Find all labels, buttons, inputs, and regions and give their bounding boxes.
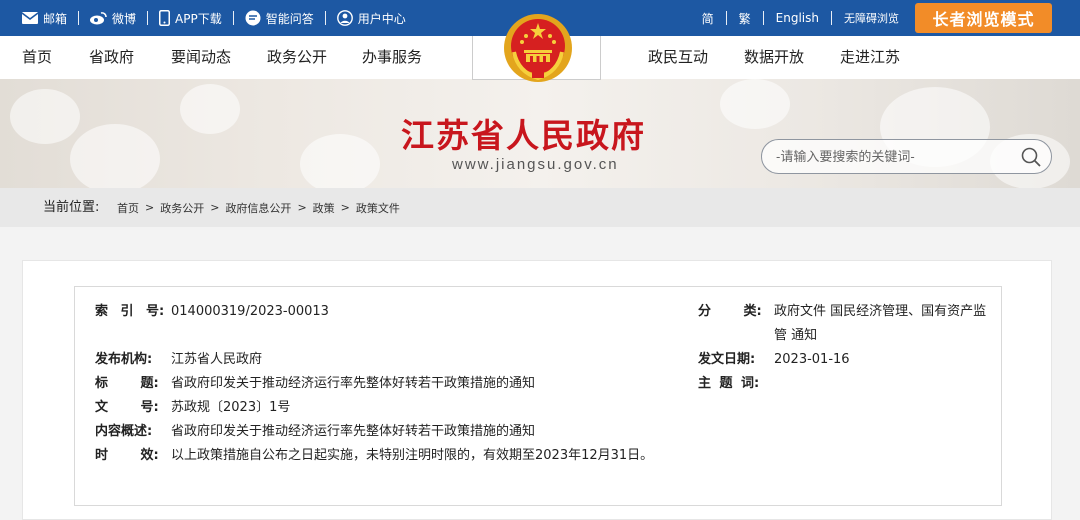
elder-mode-button[interactable]: 长者浏览模式 — [915, 3, 1052, 33]
user-icon — [336, 10, 353, 26]
traditional-link[interactable]: 繁 — [739, 10, 751, 27]
breadcrumb-government-affairs[interactable]: 政务公开 — [160, 200, 204, 216]
info-publisher-label: 发布机构: — [95, 352, 153, 367]
nav-open-data[interactable]: 数据开放 — [744, 36, 804, 79]
nav-interaction[interactable]: 政民互动 — [648, 36, 708, 79]
decorative-flower — [10, 89, 80, 144]
info-index-label: 索 引 号: — [95, 304, 165, 319]
chat-icon — [245, 10, 261, 26]
info-summary-value: 省政府印发关于推动经济运行率先整体好转若干政策措施的通知 — [171, 424, 536, 439]
top-right-links: 简 繁 English 无障碍浏览 长者浏览模式 — [702, 0, 1080, 36]
breadcrumb-info-disclosure[interactable]: 政府信息公开 — [225, 200, 291, 216]
app-download-link[interactable]: APP下载 — [159, 10, 222, 27]
divider — [762, 11, 764, 25]
info-title-label: 标 题: — [95, 376, 159, 391]
info-summary: 内容概述: 省政府印发关于推动经济运行率先整体好转若干政策措施的通知 — [95, 420, 535, 444]
nav-services[interactable]: 办事服务 — [362, 36, 422, 79]
simplified-link[interactable]: 简 — [702, 10, 714, 27]
site-title: 江苏省人民政府 — [401, 116, 646, 155]
breadcrumb-policy[interactable]: 政策 — [313, 200, 335, 216]
decorative-flower — [300, 134, 380, 188]
divider — [232, 11, 234, 25]
nav-about-jiangsu[interactable]: 走进江苏 — [840, 36, 900, 79]
divider — [147, 11, 149, 25]
info-publisher-value: 江苏省人民政府 — [171, 352, 263, 367]
mail-icon — [22, 12, 38, 24]
nav-government-affairs[interactable]: 政务公开 — [267, 36, 327, 79]
breadcrumb-policy-documents[interactable]: 政策文件 — [356, 200, 400, 216]
divider — [725, 11, 727, 25]
info-index: 索 引 号: 014000319/2023-00013 — [95, 300, 329, 324]
info-topic: 主 题 词: — [698, 372, 774, 396]
info-title: 标 题: 省政府印发关于推动经济运行率先整体好转若干政策措施的通知 — [95, 372, 535, 396]
info-category-value-line1: 政府文件 国民经济管理、国有资产监 — [774, 304, 987, 319]
nav-home[interactable]: 首页 — [22, 36, 52, 79]
chevron-right-icon: > — [340, 201, 350, 214]
breadcrumb: 当前位置: 首页 > 政务公开 > 政府信息公开 > 政策 > 政策文件 — [0, 188, 1080, 227]
top-left-links: 邮箱 微博 APP下载 智能问答 用户中心 — [22, 0, 406, 36]
divider — [831, 11, 832, 25]
info-category-value-line2: 管 通知 — [774, 328, 818, 343]
divider — [324, 11, 326, 25]
mail-link-label: 邮箱 — [43, 11, 68, 26]
accessibility-link[interactable]: 无障碍浏览 — [844, 10, 899, 26]
chevron-right-icon: > — [145, 201, 155, 214]
search-input[interactable] — [776, 140, 1016, 173]
user-center-link[interactable]: 用户中心 — [336, 10, 406, 27]
chevron-right-icon: > — [297, 201, 307, 214]
user-center-label: 用户中心 — [357, 11, 406, 26]
smart-qa-link[interactable]: 智能问答 — [245, 10, 314, 27]
app-download-label: APP下载 — [175, 11, 222, 26]
info-validity: 时 效: 以上政策措施自公布之日起实施，未特别注明时限的，有效期至2023年12… — [95, 444, 653, 468]
search-box — [761, 139, 1052, 174]
nav-provincial-government[interactable]: 省政府 — [89, 36, 134, 79]
info-validity-value: 以上政策措施自公布之日起实施，未特别注明时限的，有效期至2023年12月31日。 — [171, 448, 654, 463]
breadcrumb-trail: 首页 > 政务公开 > 政府信息公开 > 政策 > 政策文件 — [117, 188, 400, 227]
info-docno-value: 苏政规〔2023〕1号 — [171, 400, 291, 415]
decorative-flower — [720, 79, 790, 129]
info-docno: 文 号: 苏政规〔2023〕1号 — [95, 396, 290, 420]
nav-news[interactable]: 要闻动态 — [171, 36, 231, 79]
phone-icon — [159, 10, 171, 26]
divider — [78, 11, 80, 25]
info-title-value: 省政府印发关于推动经济运行率先整体好转若干政策措施的通知 — [171, 376, 536, 391]
info-category-value-cont: 管 通知 — [774, 324, 817, 348]
weibo-link[interactable]: 微博 — [90, 10, 136, 27]
decorative-flower — [180, 84, 240, 134]
info-date: 发文日期: 2023-01-16 — [698, 348, 850, 372]
search-icon[interactable] — [1021, 147, 1041, 167]
info-summary-label: 内容概述: — [95, 424, 153, 439]
site-banner: 江苏省人民政府 www.jiangsu.gov.cn — [0, 79, 1080, 188]
english-link[interactable]: English — [776, 11, 819, 25]
info-validity-label: 时 效: — [95, 448, 159, 463]
info-category-value: 政府文件 国民经济管理、国有资产监 — [774, 300, 986, 324]
info-category: 分 类: — [698, 300, 774, 324]
info-docno-label: 文 号: — [95, 400, 159, 415]
weibo-icon — [90, 12, 107, 25]
weibo-link-label: 微博 — [112, 11, 137, 26]
info-publisher: 发布机构: 江苏省人民政府 — [95, 348, 262, 372]
breadcrumb-label: 当前位置: — [43, 200, 100, 215]
info-date-value: 2023-01-16 — [774, 352, 850, 367]
national-emblem-icon[interactable] — [502, 12, 574, 84]
info-topic-label: 主 题 词: — [698, 376, 760, 391]
info-index-value: 014000319/2023-00013 — [171, 304, 329, 319]
mail-link[interactable]: 邮箱 — [22, 10, 67, 27]
info-date-label: 发文日期: — [698, 352, 756, 367]
breadcrumb-home[interactable]: 首页 — [117, 200, 139, 216]
chevron-right-icon: > — [210, 201, 220, 214]
smart-qa-label: 智能问答 — [265, 11, 314, 26]
info-category-label: 分 类: — [698, 304, 762, 319]
decorative-flower — [70, 124, 160, 188]
site-url: www.jiangsu.gov.cn — [452, 156, 619, 173]
